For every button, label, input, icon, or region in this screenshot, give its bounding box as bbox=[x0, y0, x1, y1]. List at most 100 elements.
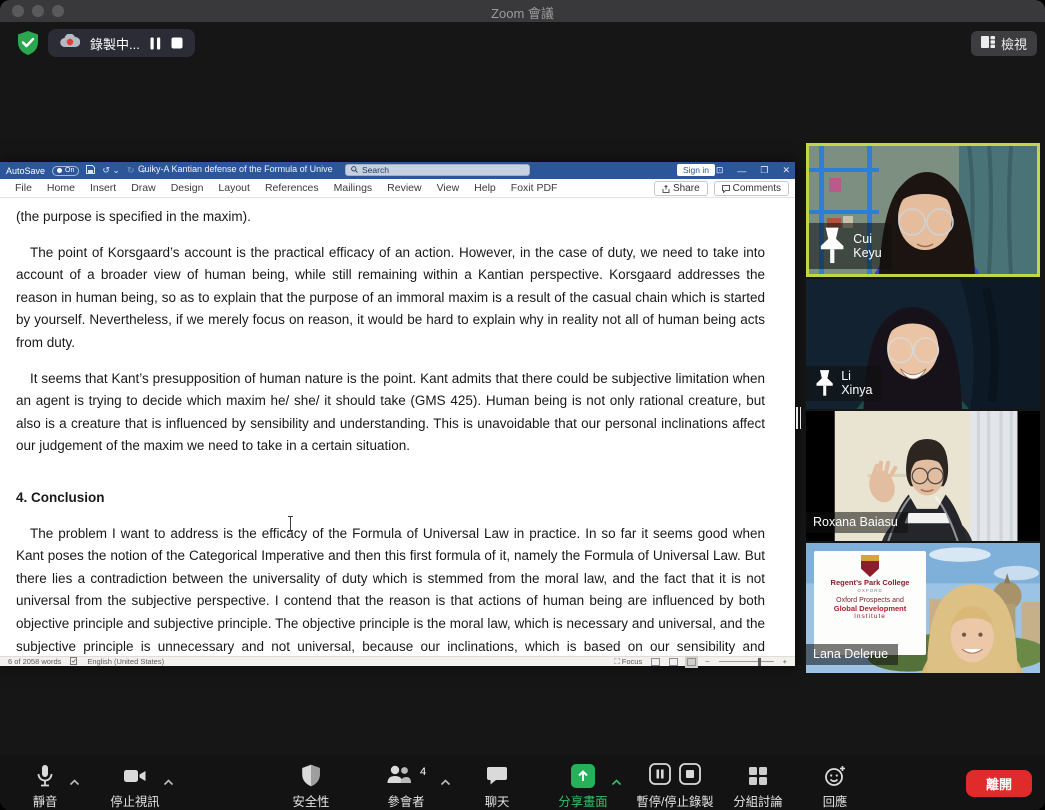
pin-icon bbox=[813, 369, 836, 397]
video-tile-lana-delerue[interactable]: Regent’s Park College OXFORD Oxford Pros… bbox=[806, 543, 1040, 673]
security-button[interactable]: 安全性 bbox=[281, 763, 341, 810]
tab-mailings[interactable]: Mailings bbox=[327, 182, 380, 194]
pause-recording-button-icon[interactable] bbox=[648, 762, 672, 789]
tab-draw[interactable]: Draw bbox=[124, 182, 163, 194]
security-shield-icon bbox=[301, 763, 321, 788]
video-camera-icon bbox=[123, 763, 147, 788]
reactions-smiley-icon bbox=[824, 763, 846, 788]
autosave-toggle-dot bbox=[57, 168, 62, 173]
zoom-in-icon[interactable]: + bbox=[783, 657, 787, 666]
text-cursor-ibeam bbox=[286, 516, 295, 531]
word-restore-icon[interactable]: ❐ bbox=[760, 165, 768, 176]
panel-resize-handle[interactable] bbox=[796, 407, 801, 429]
participant-name-tag: Li Xinya bbox=[806, 366, 882, 401]
stop-recording-icon[interactable] bbox=[171, 37, 183, 49]
paragraph-korsgaard: The point of Korsgaard’s account is the … bbox=[16, 242, 765, 355]
paragraph-conclusion: The problem I want to address is the eff… bbox=[16, 523, 765, 655]
document-body[interactable]: (the purpose is specified in the maxim).… bbox=[0, 198, 795, 655]
recording-status-label: 錄製中... bbox=[90, 34, 140, 53]
redo-icon: ↻ bbox=[127, 165, 135, 176]
autosave-label: AutoSave bbox=[6, 166, 45, 176]
leave-meeting-button[interactable]: 離開 bbox=[966, 770, 1032, 797]
word-search-box[interactable]: Search bbox=[345, 164, 530, 176]
participant-name-tag: Lana Delerue bbox=[806, 644, 898, 665]
search-icon bbox=[351, 165, 358, 175]
meeting-security-shield-icon[interactable] bbox=[16, 30, 40, 56]
share-button[interactable]: Share bbox=[654, 181, 708, 196]
video-options-chevron-icon[interactable] bbox=[163, 773, 174, 791]
proofing-icon[interactable] bbox=[70, 657, 78, 667]
save-icon[interactable] bbox=[86, 165, 95, 176]
participant-name: Roxana Baiasu bbox=[813, 515, 898, 529]
reactions-button[interactable]: 回應 bbox=[806, 763, 864, 810]
undo-icon[interactable]: ↺ ⌄ bbox=[102, 165, 120, 176]
participant-name: Cui Keyu bbox=[853, 232, 882, 260]
word-close-icon[interactable]: ✕ bbox=[782, 165, 790, 176]
tab-foxit-pdf[interactable]: Foxit PDF bbox=[504, 182, 565, 194]
tab-review[interactable]: Review bbox=[380, 182, 428, 194]
autosave-toggle[interactable]: On bbox=[52, 166, 79, 176]
print-layout-icon[interactable] bbox=[669, 658, 678, 666]
share-screen-label: 分享畫面 bbox=[558, 792, 607, 810]
participants-icon bbox=[386, 764, 412, 787]
view-layout-icon bbox=[981, 36, 995, 51]
stop-recording-button-icon[interactable] bbox=[678, 762, 702, 789]
video-tile-cui-keyu[interactable]: Cui Keyu bbox=[806, 143, 1040, 277]
breakout-label: 分組討論 bbox=[733, 792, 782, 810]
read-mode-icon[interactable] bbox=[651, 658, 660, 666]
breakout-grid-icon bbox=[748, 763, 768, 788]
tab-home[interactable]: Home bbox=[40, 182, 82, 194]
reactions-label: 回應 bbox=[823, 792, 848, 810]
view-button[interactable]: 檢視 bbox=[971, 31, 1037, 56]
video-tile-roxana-baiasu[interactable]: Roxana Baiasu bbox=[806, 411, 1040, 541]
tab-view[interactable]: View bbox=[430, 182, 467, 194]
pause-recording-icon[interactable] bbox=[150, 37, 161, 50]
pin-icon bbox=[816, 226, 848, 265]
participants-button[interactable]: 4 參會者 bbox=[374, 763, 438, 810]
language-status[interactable]: English (United States) bbox=[87, 657, 164, 666]
mute-button[interactable]: 靜音 bbox=[22, 763, 68, 810]
cloud-recording-icon bbox=[60, 34, 80, 53]
zoom-slider[interactable] bbox=[719, 661, 774, 662]
shared-screen-word-window: AutoSave On ↺ ⌄ ↻ ▿ Cuiky-A Kantian defe… bbox=[0, 162, 795, 666]
participants-label: 參會者 bbox=[388, 792, 425, 810]
breakout-rooms-button[interactable]: 分組討論 bbox=[725, 763, 791, 810]
meeting-toolbar: 靜音 停止視訊 安全性 4 參會者 bbox=[0, 755, 1045, 810]
tab-references[interactable]: References bbox=[258, 182, 326, 194]
college-card: Regent’s Park College OXFORD Oxford Pros… bbox=[814, 551, 926, 655]
comments-button[interactable]: Comments bbox=[714, 181, 789, 196]
video-tile-li-xinya[interactable]: Li Xinya bbox=[806, 279, 1040, 409]
tab-file[interactable]: File bbox=[8, 182, 39, 194]
tab-help[interactable]: Help bbox=[467, 182, 503, 194]
chat-label: 聊天 bbox=[485, 792, 510, 810]
ribbon-display-options-icon[interactable]: ⊡ bbox=[716, 165, 724, 176]
word-ribbon-tabs: File Home Insert Draw Design Layout Refe… bbox=[0, 179, 795, 198]
college-crest-icon bbox=[861, 555, 879, 577]
zoom-slider-handle[interactable] bbox=[758, 658, 761, 666]
share-screen-icon bbox=[571, 764, 595, 788]
macos-titlebar: Zoom 會議 bbox=[0, 0, 1045, 22]
zoom-meeting-window: Zoom 會議 錄製中... 檢視 AutoSave On bbox=[0, 0, 1045, 810]
share-screen-button[interactable]: 分享畫面 bbox=[545, 763, 621, 810]
recording-label: 暫停/停止錄製 bbox=[636, 792, 713, 810]
sign-in-button[interactable]: Sign in bbox=[677, 164, 715, 176]
audio-options-chevron-icon[interactable] bbox=[69, 773, 80, 791]
word-count[interactable]: 6 of 2058 words bbox=[8, 657, 61, 666]
participants-options-chevron-icon[interactable] bbox=[440, 773, 451, 791]
focus-mode-button[interactable]: ⛶ Focus bbox=[614, 657, 642, 667]
view-button-label: 檢視 bbox=[1001, 34, 1027, 53]
tab-design[interactable]: Design bbox=[164, 182, 211, 194]
stop-video-button[interactable]: 停止視訊 bbox=[105, 763, 165, 810]
word-minimize-icon[interactable]: — bbox=[737, 166, 746, 176]
participant-name-tag: Roxana Baiasu bbox=[806, 512, 908, 533]
share-options-chevron-icon[interactable] bbox=[611, 773, 622, 791]
participant-name: Li Xinya bbox=[841, 369, 872, 397]
zoom-out-icon[interactable]: − bbox=[705, 657, 709, 666]
college-name: Regent’s Park College bbox=[818, 579, 922, 588]
tab-layout[interactable]: Layout bbox=[211, 182, 257, 194]
tab-insert[interactable]: Insert bbox=[83, 182, 123, 194]
web-layout-icon[interactable] bbox=[687, 658, 696, 666]
word-titlebar: AutoSave On ↺ ⌄ ↻ ▿ Cuiky-A Kantian defe… bbox=[0, 162, 795, 179]
chat-button[interactable]: 聊天 bbox=[471, 763, 523, 810]
word-status-bar: 6 of 2058 words English (United States) … bbox=[0, 656, 795, 666]
